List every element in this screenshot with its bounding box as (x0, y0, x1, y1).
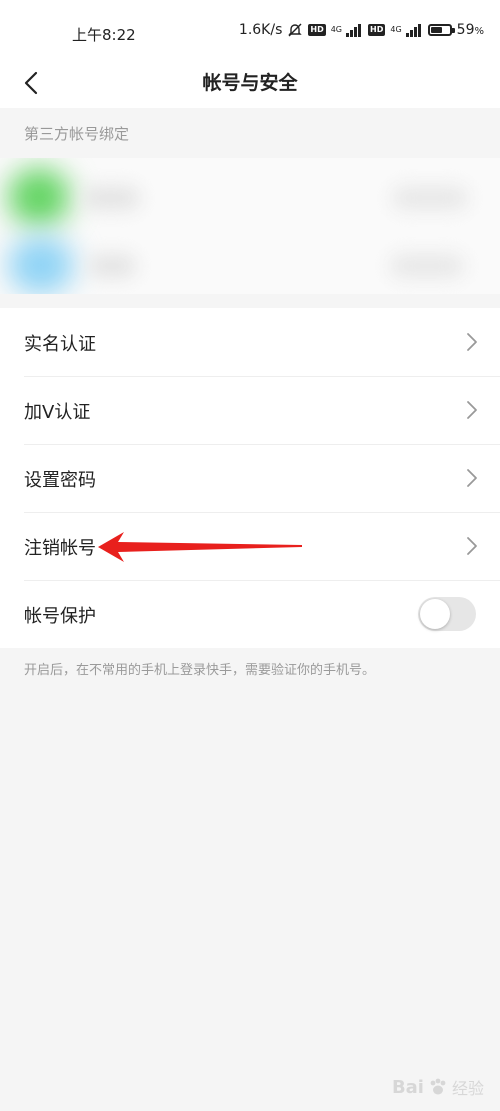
menu-item-real-name-verification[interactable]: 实名认证 (0, 308, 500, 376)
signal-icon (346, 24, 362, 37)
blurred-account-status (390, 254, 464, 278)
mute-bell-icon (288, 23, 303, 37)
menu-item-label: 注销帐号 (24, 538, 96, 559)
hd-badge: HD (308, 24, 326, 36)
battery-level-fill (430, 27, 443, 33)
settings-list: 实名认证 加V认证 设置密码 注销帐号 帐号保护 (0, 308, 500, 648)
red-annotation-arrow-icon (98, 532, 302, 562)
blurred-account-name (88, 254, 136, 278)
status-time: 上午8:22 (72, 26, 136, 44)
account-protection-footnote: 开启后，在不常用的手机上登录快手，需要验证你的手机号。 (24, 663, 376, 678)
section-header-label: 第三方帐号绑定 (24, 125, 130, 143)
account-protection-toggle[interactable] (418, 597, 476, 631)
battery-icon (427, 24, 455, 36)
watermark-subtext: 经验 (451, 1079, 484, 1098)
chevron-right-icon (467, 537, 477, 555)
paw-icon (430, 1078, 446, 1095)
nav-bar: 帐号与安全 (0, 60, 500, 108)
hd-badge: HD (368, 24, 386, 36)
blurred-account-status (392, 186, 468, 210)
blurred-account-name (82, 186, 140, 210)
menu-item-set-password[interactable]: 设置密码 (0, 444, 500, 512)
toggle-knob (420, 599, 450, 629)
battery-percent: 59% (456, 22, 484, 38)
third-party-section-header: 第三方帐号绑定 (0, 108, 500, 158)
baidu-watermark: Bai 经验 (392, 1075, 484, 1099)
blurred-blue-account-icon (8, 236, 74, 294)
chevron-right-icon (467, 333, 477, 351)
network-type-label: 4G (390, 25, 402, 34)
menu-item-account-protection: 帐号保护 (0, 580, 500, 648)
status-icons: 1.6K/s HD 4G HD 4G 59% (239, 22, 484, 38)
watermark-brand: Bai (391, 1076, 424, 1098)
blurred-green-account-icon (8, 168, 70, 226)
page-title: 帐号与安全 (202, 72, 298, 94)
menu-item-label: 帐号保护 (24, 606, 96, 627)
signal-icon (405, 24, 421, 37)
chevron-right-icon (467, 401, 477, 419)
third-party-accounts-blurred (0, 158, 500, 294)
menu-item-label: 加V认证 (24, 402, 91, 423)
chevron-right-icon (467, 469, 477, 487)
menu-item-v-verification[interactable]: 加V认证 (0, 376, 500, 444)
status-bar: 上午8:22 1.6K/s HD 4G HD 4G 59% (0, 0, 500, 60)
network-speed: 1.6K/s (238, 22, 283, 38)
menu-item-label: 设置密码 (24, 470, 96, 491)
menu-item-label: 实名认证 (24, 334, 96, 355)
network-type-label: 4G (330, 25, 343, 34)
